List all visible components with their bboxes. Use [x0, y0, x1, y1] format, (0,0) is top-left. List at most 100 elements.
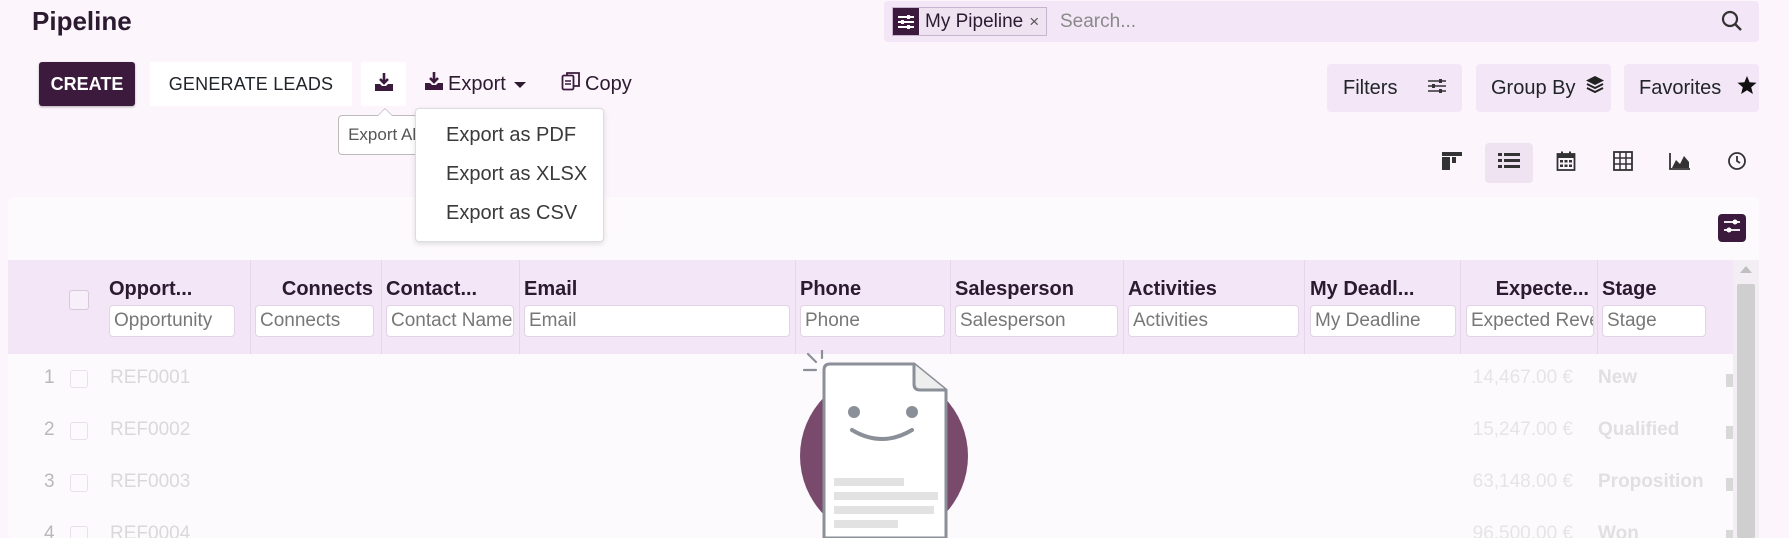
- select-all-checkbox[interactable]: [69, 290, 89, 310]
- star-icon: [1737, 75, 1757, 101]
- export-pdf-item[interactable]: Export as PDF: [416, 123, 603, 162]
- column-email: Email Email: [520, 260, 796, 354]
- scrollbar-thumb[interactable]: [1737, 284, 1755, 538]
- row-checkbox: [70, 422, 88, 440]
- search-bar: My Pipeline ×: [884, 1, 1759, 42]
- clock-icon: [1727, 151, 1747, 176]
- filters-button[interactable]: Filters: [1327, 64, 1462, 112]
- filter-sliders-icon: [893, 8, 919, 35]
- row-number: 1: [44, 367, 55, 388]
- row-stage: Proposition: [1598, 471, 1704, 492]
- scroll-up-icon[interactable]: [1740, 266, 1752, 273]
- group-by-button[interactable]: Group By: [1476, 64, 1611, 112]
- export-dropdown-button[interactable]: Export: [424, 66, 526, 102]
- column-contact-name: Contact... Contact Name: [382, 260, 520, 354]
- column-phone: Phone Phone: [796, 260, 951, 354]
- copy-button[interactable]: Copy: [561, 66, 632, 102]
- row-number: 4: [44, 523, 55, 538]
- column-activities: Activities Activities: [1124, 260, 1305, 354]
- column-filter-input[interactable]: Stage: [1602, 305, 1706, 337]
- generate-leads-button[interactable]: GENERATE LEADS: [150, 62, 352, 106]
- column-my-deadline: My Deadl... My Deadline: [1305, 260, 1461, 354]
- activity-view-button[interactable]: [1713, 143, 1761, 183]
- export-icon: [424, 71, 444, 97]
- row-expected-revenue: 96,500.00 €: [1472, 523, 1573, 538]
- column-filter-input[interactable]: Opportunity: [109, 305, 235, 337]
- copy-icon: [561, 71, 581, 97]
- row-stage: New: [1598, 367, 1638, 388]
- row-checkbox: [70, 526, 88, 538]
- list-icon: [1498, 152, 1520, 175]
- table-header: Opport... Opportunity Connects Connects …: [8, 260, 1733, 354]
- export-csv-item[interactable]: Export as CSV: [416, 201, 603, 240]
- search-facet[interactable]: My Pipeline ×: [892, 7, 1048, 36]
- row-opportunity: REF0001: [110, 367, 191, 388]
- group-by-label: Group By: [1491, 76, 1576, 99]
- column-header-label[interactable]: Expecte...: [1496, 278, 1589, 301]
- column-header-label[interactable]: My Deadl...: [1310, 278, 1456, 301]
- column-settings-button[interactable]: [1718, 214, 1746, 242]
- column-header-label[interactable]: Salesperson: [955, 278, 1074, 301]
- column-header-label[interactable]: Activities: [1128, 278, 1217, 301]
- row-number: 2: [44, 419, 55, 440]
- create-button[interactable]: CREATE: [39, 62, 135, 106]
- export-xlsx-item[interactable]: Export as XLSX: [416, 162, 603, 201]
- column-filter-input[interactable]: Phone: [800, 305, 945, 337]
- column-header-label[interactable]: Connects: [282, 278, 373, 301]
- empty-state-illustration: [796, 348, 976, 538]
- vertical-scrollbar[interactable]: [1733, 260, 1759, 538]
- export-menu: Export as PDF Export as XLSX Export as C…: [415, 108, 604, 242]
- row-stage: Won: [1598, 523, 1639, 538]
- column-filter-input[interactable]: My Deadline: [1310, 305, 1456, 337]
- column-header-label[interactable]: Opport...: [109, 278, 239, 301]
- facet-remove-icon[interactable]: ×: [1029, 8, 1046, 35]
- column-salesperson: Salesperson Salesperson: [951, 260, 1124, 354]
- row-checkbox: [70, 474, 88, 492]
- calendar-view-button[interactable]: [1542, 143, 1590, 183]
- download-icon: [374, 72, 394, 97]
- column-filter-input[interactable]: Activities: [1128, 305, 1299, 337]
- filters-label: Filters: [1343, 76, 1398, 99]
- column-expected-revenue: Expecte... Expected Reve: [1461, 260, 1598, 354]
- pivot-icon: [1613, 150, 1633, 176]
- download-all-button[interactable]: [361, 62, 406, 106]
- settings-sliders-icon: [1723, 218, 1741, 239]
- row-expected-revenue: 15,247.00 €: [1472, 419, 1573, 440]
- column-header-label[interactable]: Stage: [1602, 278, 1656, 301]
- column-filter-input[interactable]: Expected Reve: [1466, 305, 1594, 337]
- search-icon[interactable]: [1721, 10, 1743, 37]
- row-expected-revenue: 63,148.00 €: [1472, 471, 1573, 492]
- column-opportunity: Opport... Opportunity: [104, 260, 251, 354]
- chevron-down-icon: [513, 82, 526, 88]
- graph-view-button[interactable]: [1656, 143, 1704, 183]
- kanban-view-button[interactable]: [1428, 143, 1476, 183]
- favorites-button[interactable]: Favorites: [1624, 64, 1759, 112]
- column-filter-input[interactable]: Email: [524, 305, 790, 337]
- row-checkbox: [70, 370, 88, 388]
- list-view-button[interactable]: [1485, 143, 1533, 183]
- copy-label: Copy: [585, 72, 632, 95]
- column-filter-input[interactable]: Connects: [255, 305, 374, 337]
- layers-icon: [1585, 75, 1605, 101]
- export-label: Export: [448, 72, 506, 95]
- search-input[interactable]: [1060, 1, 1620, 42]
- column-header-label[interactable]: Email: [524, 278, 577, 301]
- row-number: 3: [44, 471, 55, 492]
- row-stage: Qualified: [1598, 419, 1680, 440]
- column-connects: Connects Connects: [251, 260, 382, 354]
- column-header-label[interactable]: Phone: [800, 278, 861, 301]
- sliders-icon: [1428, 77, 1446, 100]
- row-opportunity: REF0003: [110, 471, 191, 492]
- row-opportunity: REF0002: [110, 419, 191, 440]
- column-filter-input[interactable]: Salesperson: [955, 305, 1118, 337]
- kanban-icon: [1441, 151, 1463, 176]
- column-filter-input[interactable]: Contact Name: [386, 305, 514, 337]
- calendar-icon: [1556, 151, 1576, 176]
- column-stage: Stage Stage: [1598, 260, 1710, 354]
- area-chart-icon: [1669, 152, 1691, 175]
- pivot-view-button[interactable]: [1599, 143, 1647, 183]
- column-header-label[interactable]: Contact...: [386, 278, 514, 301]
- row-opportunity: REF0004: [110, 523, 191, 538]
- row-expected-revenue: 14,467.00 €: [1472, 367, 1573, 388]
- facet-label: My Pipeline: [925, 11, 1024, 32]
